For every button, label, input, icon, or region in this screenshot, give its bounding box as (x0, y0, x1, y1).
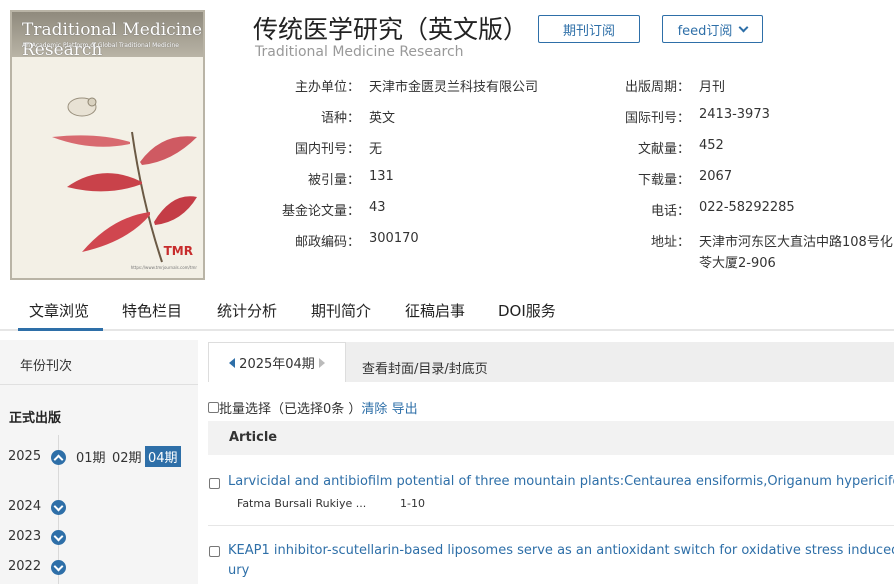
cover-url: https://www.tmrjournals.com/tmr (130, 265, 197, 270)
info-value: 022-58292285 (699, 200, 795, 215)
info-value: 2067 (699, 169, 733, 184)
tab-articles[interactable]: 文章浏览 (29, 300, 89, 321)
expand-down-icon[interactable] (51, 560, 66, 575)
article-authors: Fatma Bursali Rukiye ... (237, 497, 367, 510)
journal-page: Traditional Medicine Research An Academi… (0, 0, 894, 584)
info-value: 452 (699, 138, 724, 153)
subscribe-button-label: 期刊订阅 (562, 23, 615, 39)
info-label: 语种： (320, 111, 360, 126)
info-value: 天津市河东区大直沽中路108号化 (699, 235, 893, 250)
current-issue-tab[interactable]: 2025年04期 (208, 342, 346, 382)
info-value: 300170 (369, 231, 419, 246)
sidebar-header: 年份刊次 (0, 340, 198, 385)
tab-call-for-papers[interactable]: 征稿启事 (405, 300, 465, 321)
article-title-link[interactable]: KEAP1 inhibitor-scutellarin-based liposo… (228, 541, 894, 561)
article-pages: 1-10 (400, 497, 425, 510)
article-divider (208, 525, 894, 526)
clear-link[interactable]: 清除 (361, 398, 387, 417)
tab-journal-intro[interactable]: 期刊简介 (311, 300, 371, 321)
active-tab-indicator (18, 328, 103, 331)
info-label: 文献量： (637, 142, 690, 157)
journal-title-cn: 传统医学研究（英文版） (253, 15, 529, 44)
tab-statistics[interactable]: 统计分析 (217, 300, 277, 321)
tab-doi-service[interactable]: DOI服务 (498, 300, 556, 321)
info-label: 主办单位： (294, 80, 360, 95)
issue-04-selected[interactable]: 04期 (145, 446, 181, 467)
info-label: 地址： (650, 235, 690, 250)
batch-select-checkbox[interactable] (208, 402, 219, 413)
sidebar-section-title: 正式出版 (9, 411, 62, 426)
year-2023[interactable]: 2023 (8, 529, 41, 544)
tab-featured[interactable]: 特色栏目 (122, 300, 182, 321)
article-checkbox[interactable] (209, 546, 220, 557)
info-value: 43 (369, 200, 386, 215)
batch-select-label: 批量选择 (219, 402, 272, 417)
info-value-line2: 苓大厦2-906 (699, 256, 776, 271)
year-2022[interactable]: 2022 (8, 559, 41, 574)
article-checkbox[interactable] (209, 478, 220, 489)
main-tabs: 文章浏览 特色栏目 统计分析 期刊简介 征稿启事 DOI服务 (0, 296, 894, 331)
expand-down-icon[interactable] (51, 530, 66, 545)
info-label: 邮政编码： (294, 235, 360, 250)
year-2024[interactable]: 2024 (8, 499, 41, 514)
year-issue-sidebar: 年份刊次 正式出版 2025 01期 02期 04期 2024 2023 202… (0, 340, 198, 584)
cover-illustration (52, 97, 197, 263)
prev-issue-icon[interactable] (229, 357, 236, 368)
info-value: 2413-3973 (699, 107, 770, 122)
feed-button-label: feed订阅 (677, 23, 733, 39)
issue-02[interactable]: 02期 (112, 447, 142, 466)
current-issue-label: 2025年04期 (239, 357, 315, 372)
info-label: 被引量： (307, 173, 360, 188)
collapse-up-icon[interactable] (51, 450, 66, 465)
info-label: 国内刊号： (294, 142, 360, 157)
expand-down-icon[interactable] (51, 500, 66, 515)
info-value: 无 (369, 142, 383, 157)
year-2025[interactable]: 2025 (8, 449, 41, 464)
info-label: 出版周期： (624, 80, 690, 95)
batch-select-bar: 批量选择 （已选择0条 ） 清除 导出 (208, 398, 418, 417)
info-label: 电话： (650, 204, 690, 219)
info-value: 天津市金匮灵兰科技有限公司 (369, 80, 539, 95)
article-section-header: Article (208, 421, 894, 455)
info-value: 月刊 (699, 80, 726, 95)
info-value: 英文 (369, 111, 396, 126)
journal-cover-image[interactable]: Traditional Medicine Research An Academi… (10, 10, 205, 280)
view-cover-toc-link[interactable]: 查看封面/目录/封底页 (362, 358, 488, 377)
next-issue-icon[interactable] (318, 357, 325, 368)
subscribe-button[interactable]: 期刊订阅 (538, 15, 640, 43)
export-link[interactable]: 导出 (392, 398, 418, 417)
info-label: 下载量： (637, 173, 690, 188)
article-title-link[interactable]: Larvicidal and antibiofilm potential of … (228, 472, 894, 492)
issue-01[interactable]: 01期 (76, 447, 106, 466)
info-label: 基金论文量： (281, 204, 360, 219)
chevron-down-icon (738, 22, 749, 32)
journal-title-en: Traditional Medicine Research (255, 44, 464, 60)
info-label: 国际刊号： (624, 111, 690, 126)
info-value: 131 (369, 169, 394, 184)
feed-subscribe-button[interactable]: feed订阅 (662, 15, 763, 43)
selected-count: （已选择0条 ） (271, 402, 362, 417)
cover-logo: TMR (163, 244, 193, 258)
article-title-link-line2[interactable]: ury (228, 561, 894, 581)
